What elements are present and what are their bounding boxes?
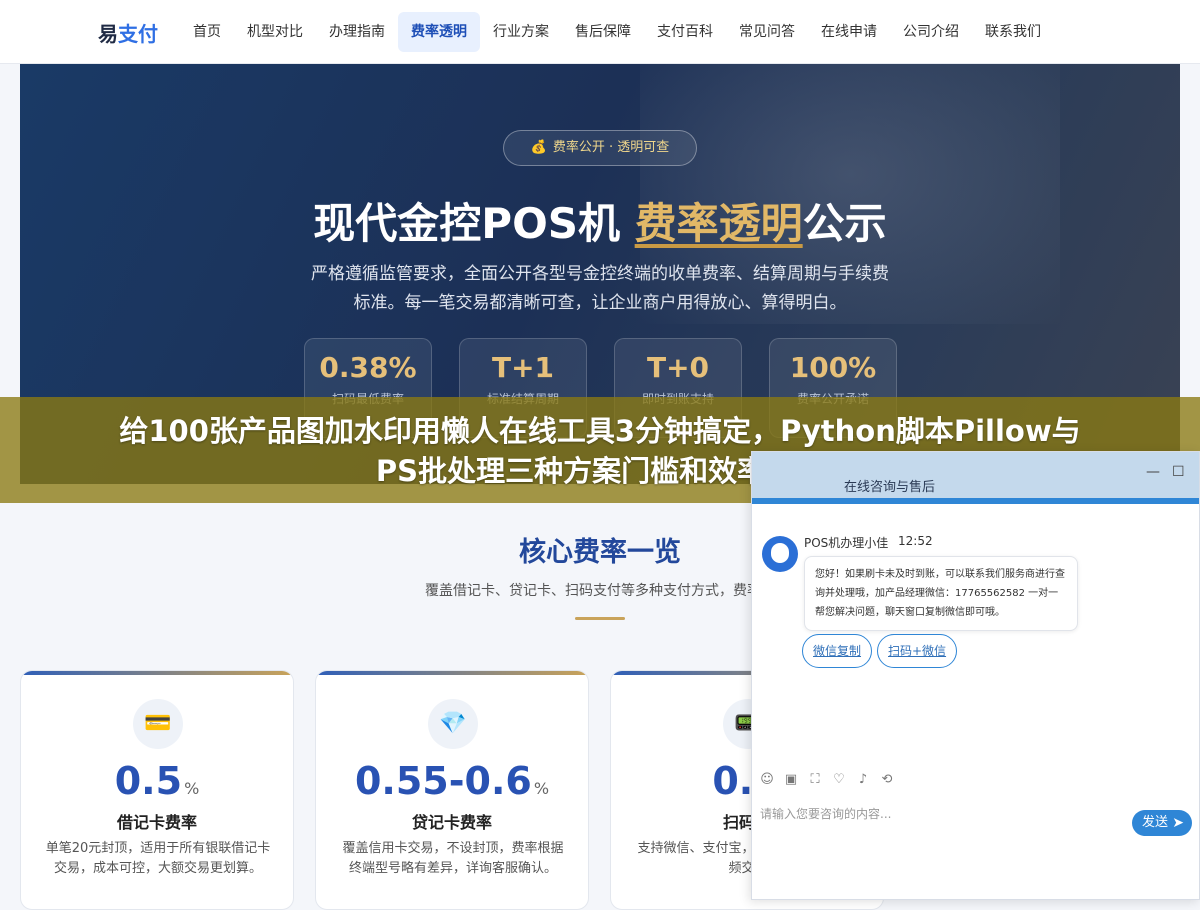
chat-title: 在线咨询与售后 bbox=[844, 480, 936, 495]
copy-wechat-button[interactable]: 微信复制 bbox=[802, 634, 873, 668]
site-logo[interactable]: 易支付 bbox=[98, 18, 158, 47]
voice-icon[interactable]: ♪ bbox=[856, 772, 870, 787]
nav-item-wiki[interactable]: 支付百科 bbox=[644, 12, 726, 52]
nav-item-industry[interactable]: 行业方案 bbox=[480, 12, 562, 52]
nav-item-contact[interactable]: 联系我们 bbox=[972, 12, 1054, 52]
stat-value: 0.38% bbox=[319, 351, 417, 384]
nav-item-rates[interactable]: 费率透明 bbox=[398, 12, 480, 52]
nav-item-compare[interactable]: 机型对比 bbox=[234, 12, 316, 52]
stat-value: T+1 bbox=[491, 351, 555, 384]
nav-item-guide[interactable]: 办理指南 bbox=[316, 12, 398, 52]
image-icon[interactable]: ▣ bbox=[784, 772, 798, 787]
hero-title-post: 公示 bbox=[802, 199, 887, 248]
scan-wechat-button[interactable]: 扫码+微信 bbox=[877, 634, 958, 668]
rate-value: 0.55-0.6% bbox=[316, 759, 588, 803]
rate-card-credit: 💎 0.55-0.6% 贷记卡费率 覆盖信用卡交易，不设封顶，费率根据终端型号略… bbox=[315, 670, 589, 910]
minimize-icon[interactable]: — bbox=[1146, 464, 1160, 480]
rating-icon[interactable]: ♡ bbox=[832, 772, 846, 787]
chat-message-input[interactable] bbox=[760, 802, 1120, 826]
send-arrow-icon: ➤ bbox=[1172, 815, 1184, 831]
hero-desc-line-1: 严格遵循监管要求，全面公开各型号金控终端的收单费率、结算周期与手续费 bbox=[311, 264, 889, 284]
rate-name: 借记卡费率 bbox=[116, 813, 197, 832]
chat-header: 在线咨询与售后 — ☐ bbox=[752, 452, 1199, 504]
card-accent-line bbox=[21, 671, 293, 675]
card-accent-line bbox=[316, 671, 588, 675]
hero-badge-text: 费率公开 · 透明可查 bbox=[552, 140, 670, 155]
hero-title-highlight: 费率透明 bbox=[634, 199, 803, 248]
banner-line-1: 给100张产品图加水印用懒人在线工具3分钟搞定，Python脚本Pillow与 bbox=[119, 414, 1081, 448]
stat-value: 100% bbox=[789, 351, 877, 384]
chat-widget: 在线咨询与售后 — ☐ POS机办理小佳 12:52 您好！如果刷卡未及时到账，… bbox=[751, 451, 1200, 900]
rate-number: 0.55-0.6 bbox=[354, 759, 532, 803]
screenshot-icon[interactable]: ⛶ bbox=[808, 772, 822, 787]
rate-unit: % bbox=[533, 779, 550, 798]
logo-text-1: 易 bbox=[98, 22, 118, 46]
hero-description: 严格遵循监管要求，全面公开各型号金控终端的收单费率、结算周期与手续费 标准。每一… bbox=[300, 260, 900, 318]
send-label: 发送 bbox=[1142, 815, 1169, 830]
rate-name: 贷记卡费率 bbox=[411, 813, 492, 832]
hero-badge: 💰 费率公开 · 透明可查 bbox=[503, 130, 697, 166]
rate-description: 单笔20元封顶，适用于所有银联借记卡交易，成本可控，大额交易更划算。 bbox=[45, 841, 271, 876]
top-nav-bar: 易支付 首页 机型对比 办理指南 费率透明 行业方案 售后保障 支付百科 常见问… bbox=[0, 0, 1200, 64]
rate-number: 0.5 bbox=[114, 759, 183, 803]
agent-name: POS机办理小佳 bbox=[804, 536, 889, 550]
chat-toolbar: ☺ ▣ ⛶ ♡ ♪ ⟲ bbox=[760, 772, 894, 787]
main-nav: 首页 机型对比 办理指南 费率透明 行业方案 售后保障 支付百科 常见问答 在线… bbox=[180, 12, 1054, 52]
stat-value: T+0 bbox=[646, 351, 710, 384]
nav-item-aftersales[interactable]: 售后保障 bbox=[562, 12, 644, 52]
diamond-icon: 💎 bbox=[428, 699, 478, 749]
hero-title-pre: 现代金控POS机 bbox=[313, 199, 635, 248]
hero-title: 现代金控POS机 费率透明公示 bbox=[20, 190, 1180, 251]
credit-card-icon: 💳 bbox=[133, 699, 183, 749]
money-bag-icon: 💰 bbox=[530, 140, 547, 155]
nav-item-home[interactable]: 首页 bbox=[180, 12, 234, 52]
agent-avatar bbox=[762, 536, 798, 572]
emoji-icon[interactable]: ☺ bbox=[760, 772, 774, 787]
section-divider bbox=[575, 617, 625, 620]
nav-item-faq[interactable]: 常见问答 bbox=[726, 12, 808, 52]
nav-item-about[interactable]: 公司介绍 bbox=[890, 12, 972, 52]
hero-desc-line-2: 标准。每一笔交易都清晰可查，让企业商户用得放心、算得明白。 bbox=[353, 293, 847, 313]
agent-message: 您好！如果刷卡未及时到账，可以联系我们服务商进行查询并处理哦，加产品经理微信：1… bbox=[804, 556, 1078, 631]
logo-text-2: 支付 bbox=[118, 22, 158, 46]
message-time: 12:52 bbox=[898, 534, 933, 548]
rate-description: 覆盖信用卡交易，不设封顶，费率根据终端型号略有差异，详询客服确认。 bbox=[342, 841, 564, 876]
rate-unit: % bbox=[184, 779, 200, 798]
maximize-icon[interactable]: ☐ bbox=[1172, 464, 1185, 480]
nav-item-apply[interactable]: 在线申请 bbox=[808, 12, 890, 52]
rate-card-debit: 💳 0.5% 借记卡费率 单笔20元封顶，适用于所有银联借记卡交易，成本可控，大… bbox=[20, 670, 294, 910]
send-button[interactable]: 发送 ➤ bbox=[1132, 810, 1192, 836]
switch-icon[interactable]: ⟲ bbox=[880, 772, 894, 787]
rate-value: 0.5% bbox=[21, 759, 293, 803]
